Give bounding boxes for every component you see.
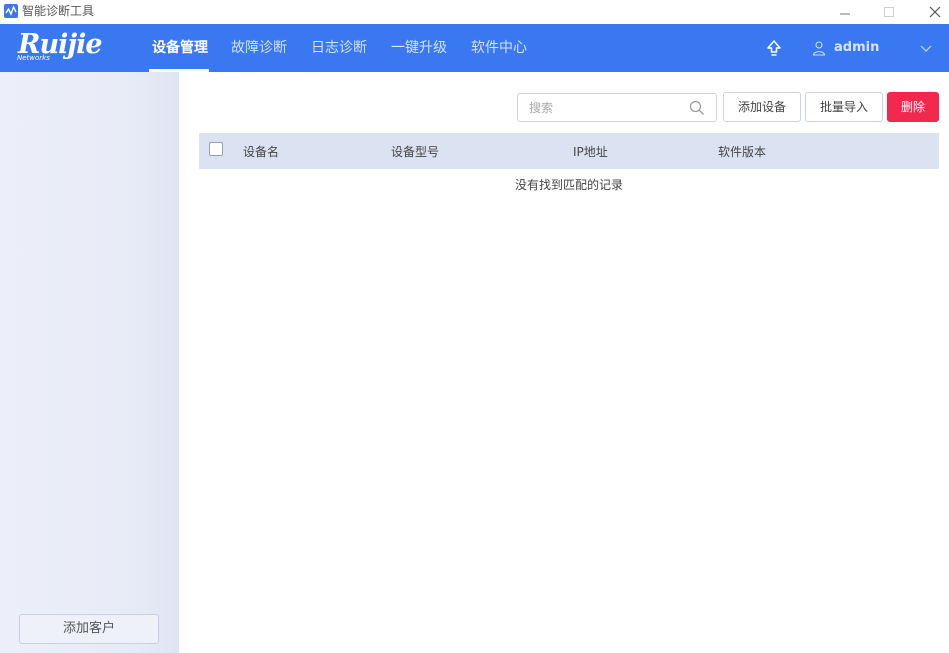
minimize-button[interactable] — [822, 0, 868, 24]
delete-button[interactable]: 删除 — [887, 92, 939, 122]
tab-fault-diagnosis[interactable]: 故障诊断 — [231, 24, 287, 72]
batch-import-button[interactable]: 批量导入 — [805, 92, 883, 122]
close-button[interactable] — [912, 0, 949, 24]
device-table-header: 设备名 设备型号 IP地址 软件版本 — [199, 133, 939, 169]
column-ip-address[interactable]: IP地址 — [573, 133, 608, 169]
add-customer-button[interactable]: 添加客户 — [19, 614, 159, 644]
minimize-icon — [840, 13, 850, 15]
search-input[interactable] — [518, 94, 688, 121]
window-title: 智能诊断工具 — [22, 4, 95, 18]
close-icon — [929, 6, 941, 18]
empty-table-message: 没有找到匹配的记录 — [514, 178, 623, 192]
tab-one-click-upgrade[interactable]: 一键升级 — [391, 24, 447, 72]
chevron-down-icon[interactable] — [920, 42, 932, 54]
user-name[interactable]: admin — [834, 24, 879, 72]
maximize-button[interactable] — [866, 0, 912, 24]
search-box[interactable] — [517, 93, 717, 122]
column-device-model[interactable]: 设备型号 — [391, 133, 439, 169]
top-nav: Ruijie Networks 设备管理 故障诊断 日志诊断 一键升级 软件中心… — [0, 24, 949, 72]
tab-device-management[interactable]: 设备管理 — [152, 24, 208, 72]
upgrade-icon[interactable] — [764, 38, 784, 58]
column-device-name[interactable]: 设备名 — [243, 133, 279, 169]
maximize-icon — [884, 7, 894, 17]
select-all-checkbox[interactable] — [209, 142, 223, 156]
add-device-button[interactable]: 添加设备 — [723, 92, 801, 122]
logo-subtext: Networks — [17, 54, 50, 62]
tab-software-center[interactable]: 软件中心 — [471, 24, 527, 72]
tab-log-diagnosis[interactable]: 日志诊断 — [311, 24, 367, 72]
title-bar: 智能诊断工具 — [0, 0, 949, 24]
ruijie-logo: Ruijie Networks — [16, 30, 106, 64]
column-software-version[interactable]: 软件版本 — [718, 133, 766, 169]
customer-sidebar: 添加客户 — [0, 72, 179, 653]
search-icon[interactable] — [689, 100, 705, 116]
pulse-icon — [4, 4, 18, 18]
user-icon[interactable] — [812, 40, 826, 56]
